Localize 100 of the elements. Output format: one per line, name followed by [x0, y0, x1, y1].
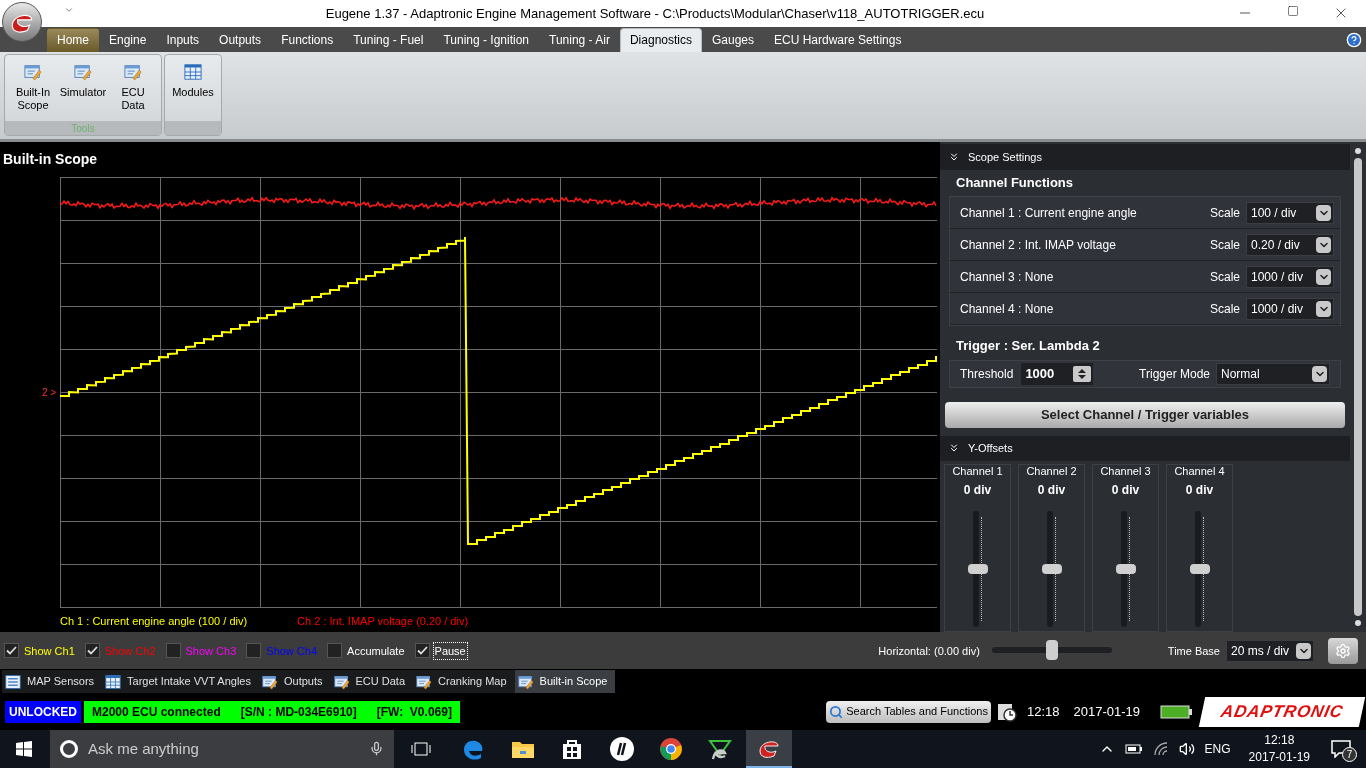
app-menu-logo[interactable] [2, 2, 42, 42]
slider-thumb[interactable] [1045, 639, 1058, 660]
trigger-mode-label: Trigger Mode [1139, 365, 1210, 383]
checkbox[interactable]: Accumulate [327, 642, 406, 660]
search-tables-button[interactable]: Search Tables and Functions [826, 700, 991, 723]
notification-count: 7 [1342, 747, 1357, 762]
active-app-tile[interactable] [746, 730, 792, 768]
dropdown-arrow-icon [1316, 204, 1331, 221]
windows-start-icon[interactable] [16, 741, 32, 757]
ribbon-button[interactable]: ECU Data [109, 62, 157, 112]
offset-channel-label: Channel 2 [1026, 463, 1077, 479]
battery-plug-icon[interactable] [1124, 743, 1143, 755]
slider-thumb[interactable] [967, 564, 988, 575]
ribbon-tab[interactable]: Home [47, 27, 99, 52]
scale-dropdown[interactable]: 0.20 / div [1246, 233, 1334, 256]
slider-thumb[interactable] [1115, 564, 1136, 575]
app-icon[interactable] [707, 737, 733, 761]
task-view-icon[interactable] [411, 741, 431, 757]
slider-thumb[interactable] [1189, 564, 1210, 575]
ribbon-button[interactable]: Modules [169, 62, 217, 99]
ribbon-tab[interactable]: Tuning - Air [539, 27, 620, 52]
scale-dropdown[interactable]: 1000 / div [1246, 297, 1334, 320]
checkbox[interactable]: Show Ch3 [165, 642, 238, 660]
time-base-dropdown[interactable]: 20 ms / div [1226, 639, 1314, 662]
message-icon [1331, 740, 1351, 758]
language-indicator[interactable]: ENG [1204, 740, 1231, 758]
dropdown-arrow-icon [1316, 268, 1331, 285]
vertical-slider[interactable] [1041, 511, 1062, 628]
ribbon-group-footer [165, 121, 221, 136]
taskbar-search-field[interactable]: Ask me anything [50, 730, 394, 768]
channel-label: Channel 4 : None [960, 300, 1055, 318]
channel-legend: Ch 2 : Int. IMAP voltage (0.20 / div) [297, 613, 469, 630]
offset-channel-label: Channel 4 [1174, 463, 1225, 479]
offset-value: 0 div [1185, 482, 1214, 500]
store-bag-icon[interactable] [561, 738, 583, 760]
lock-status: UNLOCKED [5, 700, 81, 723]
ribbon-group-label: Tools [71, 121, 95, 136]
chrome-icon[interactable] [659, 737, 683, 761]
dropdown-arrow-icon [1316, 236, 1331, 253]
trigger-mode-dropdown[interactable]: Normal [1216, 362, 1330, 385]
time-base-label: Time Base [1167, 643, 1220, 659]
checkbox[interactable]: Pause [414, 642, 467, 660]
ribbon-tab[interactable]: Gauges [702, 27, 764, 52]
checkbox[interactable]: Show Ch1 [4, 642, 76, 660]
search-icon [829, 704, 844, 719]
maximize-icon[interactable] [1287, 5, 1299, 18]
ribbon-tab[interactable]: ECU Hardware Settings [764, 27, 912, 52]
document-tab[interactable]: Outputs [259, 670, 331, 694]
ribbon-button[interactable]: Simulator [59, 62, 107, 99]
dropdown-arrow-icon [1316, 300, 1331, 317]
checkmark-icon [416, 646, 428, 656]
scale-label: Scale [1209, 204, 1240, 222]
speaker-icon[interactable] [1178, 741, 1195, 757]
scale-label: Scale [1209, 300, 1240, 318]
document-tab[interactable]: Target Intake VVT Angles [102, 670, 259, 694]
horizontal-offset-label: Horizontal: (0.00 div) [878, 643, 980, 659]
connection-status: M2000 ECU connected [S/N : MD-034E6910] [FW: V0.069] [84, 700, 460, 723]
scale-dropdown[interactable]: 100 / div [1246, 201, 1334, 224]
document-tab[interactable]: Cranking Map [413, 670, 515, 694]
microphone-icon[interactable] [369, 741, 384, 757]
scale-dropdown[interactable]: 1000 / div [1246, 265, 1334, 288]
wifi-icon[interactable] [1152, 742, 1169, 756]
ribbon-button[interactable]: Built-In Scope [9, 62, 57, 112]
battery-icon [1160, 704, 1192, 719]
checkmark-icon [6, 646, 17, 656]
taskbar-clock[interactable]: 12:18 2017-01-19 [1248, 732, 1310, 766]
section-header[interactable]: Scope Settings [940, 144, 1350, 170]
help-icon[interactable] [1346, 31, 1362, 48]
document-tab[interactable]: Built-in Scope [514, 670, 616, 694]
clock-calendar-icon [996, 701, 1017, 722]
ribbon-tab[interactable]: Functions [271, 27, 344, 52]
ribbon-tab[interactable]: Inputs [156, 27, 210, 52]
scale-label: Scale [1209, 236, 1240, 254]
quick-access-dropdown-icon[interactable] [64, 5, 74, 15]
ribbon-tab[interactable]: Tuning - Ignition [433, 27, 540, 52]
horizontal-slider[interactable] [991, 639, 1112, 662]
status-time: 12:18 [1026, 702, 1060, 721]
scope-title: Built-in Scope [3, 150, 98, 170]
section-header[interactable]: Y-Offsets [940, 435, 1350, 461]
checkmark-icon [86, 646, 98, 656]
settings-button[interactable] [1328, 637, 1358, 664]
threshold-spinner[interactable]: 1000 [1021, 362, 1094, 385]
vertical-slider[interactable] [967, 511, 988, 628]
ribbon-tab[interactable]: Outputs [209, 27, 272, 52]
ribbon-tab[interactable]: Tuning - Fuel [343, 27, 434, 52]
slider-thumb[interactable] [1041, 564, 1062, 575]
document-tab[interactable]: MAP Sensors [2, 670, 103, 694]
brand-logo: ADAPTRONIC [1198, 696, 1366, 727]
ribbon-tab[interactable]: Engine [99, 27, 157, 52]
select-variables-button[interactable]: Select Channel / Trigger variables [945, 401, 1345, 428]
threshold-label: Threshold [960, 365, 1014, 383]
vertical-slider[interactable] [1115, 511, 1136, 628]
vertical-slider[interactable] [1189, 511, 1210, 628]
ribbon-tab[interactable]: Diagnostics [619, 27, 702, 52]
folder-icon[interactable] [511, 739, 535, 759]
document-tab[interactable]: ECU Data [330, 670, 414, 694]
notification-button[interactable]: 7 [1328, 736, 1354, 762]
scale-label: Scale [1209, 268, 1240, 286]
offset-value: 0 div [1037, 482, 1066, 500]
channel-marker: 2 > [42, 386, 57, 401]
